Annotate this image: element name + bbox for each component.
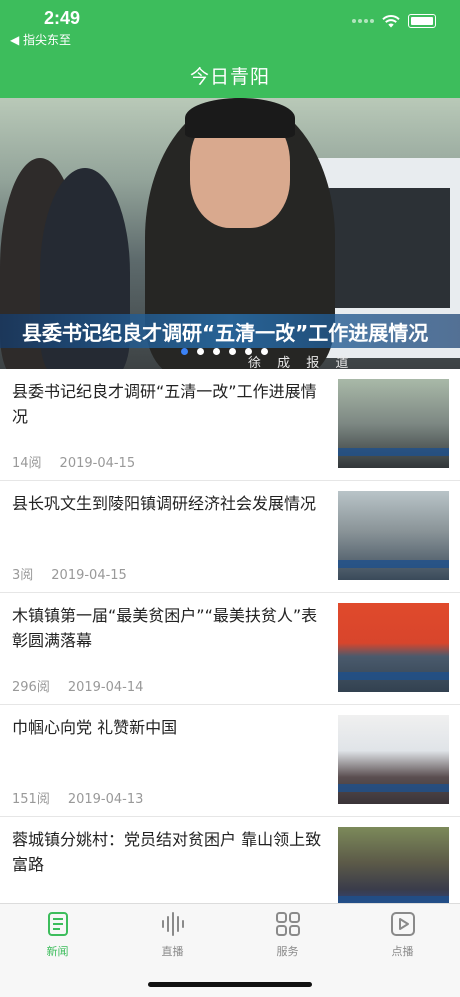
carousel-dot[interactable]: [261, 348, 268, 355]
news-meta: 296阅 2019-04-14: [12, 676, 161, 695]
news-title: 县委书记纪良才调研“五清一改”工作进展情况: [12, 382, 317, 426]
battery-icon: [408, 14, 436, 28]
news-title: 巾帼心向党 礼赞新中国: [12, 718, 178, 737]
read-count: 3阅: [12, 568, 34, 583]
app-header: 2:49 ◀ 指尖东至 今日青阳: [0, 0, 460, 98]
news-item[interactable]: 巾帼心向党 礼赞新中国 151阅 2019-04-13: [0, 705, 460, 817]
carousel-dot[interactable]: [197, 348, 204, 355]
publish-date: 2019-04-13: [67, 792, 144, 807]
tab-news-label: 新闻: [46, 945, 69, 958]
news-icon: [47, 912, 68, 936]
tab-live-label: 直播: [161, 945, 184, 958]
home-indicator: [148, 982, 312, 987]
news-item[interactable]: 木镇镇第一届“最美贫困户”“最美扶贫人”表彰圆满落幕 296阅 2019-04-14: [0, 593, 460, 705]
status-time: 2:49: [44, 8, 81, 28]
news-thumbnail: [338, 715, 449, 804]
tab-live[interactable]: 直播: [115, 910, 230, 959]
publish-date: 2019-04-14: [67, 680, 144, 695]
page-title: 今日青阳: [189, 66, 270, 88]
news-meta: 151阅 2019-04-13: [12, 788, 161, 807]
news-title: 蓉城镇分姚村：党员结对贫困户 靠山领上致富路: [12, 830, 322, 874]
banner-caption: 县委书记纪良才调研“五清一改”工作进展情况: [22, 321, 429, 345]
tab-services-label: 服务: [276, 945, 299, 958]
status-icons: [352, 14, 436, 28]
news-item[interactable]: 县长巩文生到陵阳镇调研经济社会发展情况 3阅 2019-04-15: [0, 481, 460, 593]
news-list: 县委书记纪良才调研“五清一改”工作进展情况 14阅 2019-04-15 县长巩文生到…: [0, 369, 460, 929]
news-meta: 3阅 2019-04-15: [12, 564, 145, 583]
carousel-dot[interactable]: [245, 348, 252, 355]
wifi-icon: [382, 14, 400, 27]
carousel-pager[interactable]: [181, 348, 268, 355]
carousel-dot[interactable]: [181, 348, 188, 355]
news-thumbnail: [338, 379, 449, 468]
vod-icon: [390, 912, 415, 936]
live-icon: [161, 912, 184, 936]
tab-services[interactable]: 服务: [230, 910, 345, 959]
banner-carousel[interactable]: 县委书记纪良才调研“五清一改”工作进展情况 徐 成 报 道: [0, 98, 460, 369]
carousel-dot[interactable]: [229, 348, 236, 355]
news-title: 县长巩文生到陵阳镇调研经济社会发展情况: [12, 494, 317, 513]
tab-news[interactable]: 新闻: [0, 910, 115, 959]
news-thumbnail: [338, 603, 449, 692]
news-title: 木镇镇第一届“最美贫困户”“最美扶贫人”表彰圆满落幕: [12, 606, 318, 650]
read-count: 151阅: [12, 792, 50, 807]
signal-icon: [352, 19, 374, 23]
services-icon: [275, 912, 300, 936]
read-count: 14阅: [12, 456, 42, 471]
tab-vod[interactable]: 点播: [345, 910, 460, 959]
back-to-app-link[interactable]: ◀ 指尖东至: [10, 31, 71, 48]
tab-vod-label: 点播: [391, 945, 414, 958]
news-item[interactable]: 县委书记纪良才调研“五清一改”工作进展情况 14阅 2019-04-15: [0, 369, 460, 481]
news-meta: 14阅 2019-04-15: [12, 452, 153, 471]
read-count: 296阅: [12, 680, 50, 695]
carousel-dot[interactable]: [213, 348, 220, 355]
publish-date: 2019-04-15: [51, 568, 127, 583]
publish-date: 2019-04-15: [59, 456, 136, 471]
news-thumbnail: [338, 491, 449, 580]
